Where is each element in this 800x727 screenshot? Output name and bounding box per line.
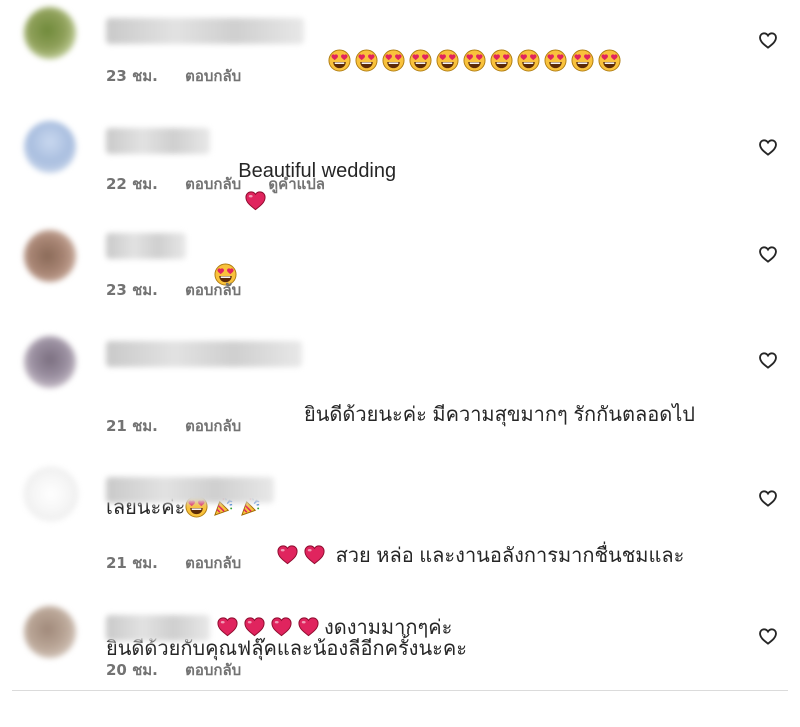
reply-button[interactable]: ตอบกลับ	[185, 554, 241, 572]
smiling-heart-eyes-emoji	[598, 49, 621, 72]
heart-eyes-emoji-row	[328, 49, 625, 73]
comment-meta: 21 ชม. ตอบกลับ	[106, 551, 263, 575]
comment-time: 20 ชม.	[106, 661, 158, 679]
heart-outline-icon[interactable]	[757, 136, 779, 158]
divider	[12, 690, 788, 691]
reply-button[interactable]: ตอบกลับ	[185, 175, 241, 193]
smiling-heart-eyes-emoji	[544, 49, 567, 72]
comment-line-1-text: สวย หล่อ และงานอลังการมากชื่นชมและ	[335, 545, 685, 567]
red-heart-emoji	[243, 615, 266, 638]
comment-body: งดงามมากๆค่ะ	[324, 617, 453, 639]
reply-button[interactable]: ตอบกลับ	[185, 67, 241, 85]
red-heart-emoji	[276, 543, 299, 566]
smiling-heart-eyes-emoji	[382, 49, 405, 72]
heart-outline-icon[interactable]	[757, 349, 779, 371]
avatar[interactable]	[24, 230, 76, 282]
red-heart-emoji	[297, 615, 320, 638]
comment-time: 22 ชม.	[106, 175, 158, 193]
smiling-heart-eyes-emoji	[490, 49, 513, 72]
red-heart-emoji	[270, 615, 293, 638]
comment-meta: 22 ชม. ตอบกลับ ดูคำแปล	[106, 172, 347, 196]
comment-time: 23 ชม.	[106, 281, 158, 299]
comment-text: งดงามมากๆค่ะ	[216, 613, 736, 644]
avatar[interactable]	[24, 121, 76, 173]
smiling-heart-eyes-emoji	[517, 49, 540, 72]
smiling-heart-eyes-emoji	[355, 49, 378, 72]
red-heart-emoji	[216, 615, 239, 638]
reply-button[interactable]: ตอบกลับ	[185, 281, 241, 299]
comment-text	[306, 15, 726, 109]
comment-meta: 23 ชม. ตอบกลับ	[106, 64, 263, 88]
smiling-heart-eyes-emoji	[436, 49, 459, 72]
avatar[interactable]	[24, 467, 78, 521]
username[interactable]	[106, 18, 304, 44]
comment-time: 21 ชม.	[106, 554, 158, 572]
heart-outline-icon[interactable]	[757, 625, 779, 647]
avatar[interactable]	[24, 7, 76, 59]
comment-meta: 23 ชม. ตอบกลับ	[106, 278, 263, 302]
comment-meta: 21 ชม. ตอบกลับ	[106, 414, 263, 438]
avatar[interactable]	[24, 606, 76, 658]
username[interactable]	[106, 128, 210, 154]
comment-text	[192, 230, 392, 323]
username[interactable]	[106, 233, 186, 259]
avatar[interactable]	[24, 336, 76, 388]
heart-outline-icon[interactable]	[757, 29, 779, 51]
heart-outline-icon[interactable]	[757, 243, 779, 265]
red-heart-emoji	[303, 543, 326, 566]
smiling-heart-eyes-emoji	[463, 49, 486, 72]
heart-outline-icon[interactable]	[757, 487, 779, 509]
username[interactable]	[106, 615, 210, 641]
reply-button[interactable]: ตอบกลับ	[185, 417, 241, 435]
smiling-heart-eyes-emoji	[409, 49, 432, 72]
comment-meta: 20 ชม. ตอบกลับ	[106, 658, 263, 682]
smiling-heart-eyes-emoji	[571, 49, 594, 72]
reply-button[interactable]: ตอบกลับ	[185, 661, 241, 679]
see-translation-button[interactable]: ดูคำแปล	[268, 175, 325, 193]
comment-time: 21 ชม.	[106, 417, 158, 435]
comment-time: 23 ชม.	[106, 67, 158, 85]
smiling-heart-eyes-emoji	[328, 49, 351, 72]
